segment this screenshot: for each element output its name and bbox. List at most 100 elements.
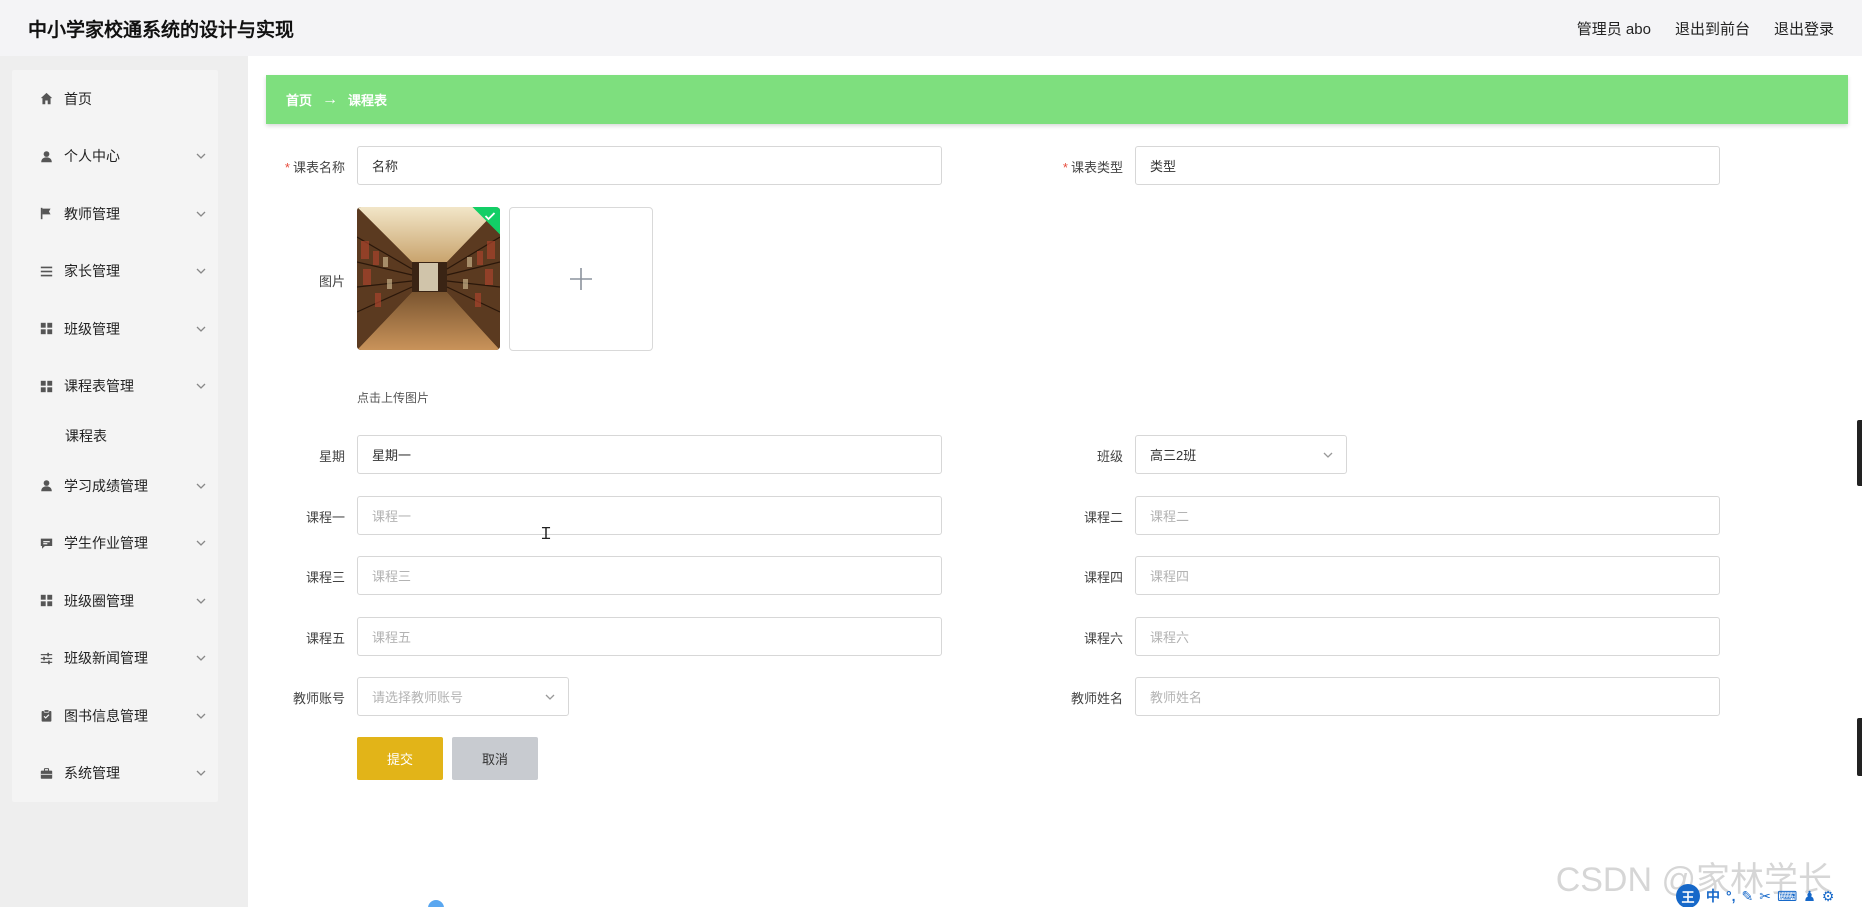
breadcrumb-current: 课程表 xyxy=(348,93,388,108)
cancel-button[interactable]: 取消 xyxy=(452,737,538,780)
weekday-field[interactable]: 星期一 xyxy=(357,435,942,474)
sidebar-item-label: 个人中心 xyxy=(64,148,120,165)
sidebar-item-label: 班级圈管理 xyxy=(64,592,134,609)
upload-image-button[interactable] xyxy=(509,207,653,351)
sidebar-item-label: 教师管理 xyxy=(64,205,120,222)
text-cursor-icon: Ｉ xyxy=(538,524,555,543)
sidebar-subitem-timetable[interactable]: 课程表 xyxy=(12,415,218,457)
name-label: * 课表名称 xyxy=(284,160,345,175)
sidebar-item-class-circle[interactable]: 班级圈管理 xyxy=(12,572,218,630)
flag-icon xyxy=(38,206,54,222)
course6-label: 课程六 xyxy=(1083,631,1123,646)
chevron-down-icon xyxy=(545,694,555,700)
sliders-icon xyxy=(38,650,54,666)
sidebar-subitem-label: 课程表 xyxy=(65,428,107,444)
chevron-down-icon xyxy=(196,211,206,217)
current-user[interactable]: 管理员 abo xyxy=(1577,18,1651,39)
chevron-down-icon xyxy=(1323,452,1333,458)
required-mark: * xyxy=(1062,160,1068,175)
pen-icon[interactable]: ✎ xyxy=(1742,888,1754,905)
breadcrumb: 首页 → 课程表 xyxy=(266,75,1848,124)
settings-icon[interactable]: ⚙ xyxy=(1822,888,1835,905)
sidebar-item-label: 学习成绩管理 xyxy=(64,477,148,494)
course1-field[interactable]: 课程一 xyxy=(357,496,942,535)
clipboard-icon xyxy=(38,708,54,724)
course3-field[interactable]: 课程三 xyxy=(357,556,942,595)
side-panel-handle[interactable] xyxy=(1857,718,1862,776)
app-title: 中小学家校通系统的设计与实现 xyxy=(28,19,295,41)
plus-icon xyxy=(570,268,592,290)
chevron-down-icon xyxy=(196,540,206,547)
course5-field[interactable]: 课程五 xyxy=(357,617,942,656)
chevron-down-icon xyxy=(196,655,206,662)
teacher-account-label: 教师账号 xyxy=(292,691,345,706)
chat-icon xyxy=(38,535,54,551)
sidebar-item-parents[interactable]: 家长管理 xyxy=(12,243,218,301)
ime-mode-indicator[interactable]: 中 xyxy=(1706,886,1720,906)
sidebar-item-classes[interactable]: 班级管理 xyxy=(12,300,218,358)
image-label: 图片 xyxy=(318,274,345,289)
header-actions: 管理员 abo 退出到前台 退出登录 xyxy=(1577,18,1834,39)
home-icon xyxy=(38,91,54,107)
scroll-edge-handle[interactable] xyxy=(1857,420,1862,486)
sidebar-item-system[interactable]: 系统管理 xyxy=(12,745,218,803)
chevron-down-icon xyxy=(196,326,206,332)
sidebar: 首页 个人中心 教师管理 家长管理 班级管理 课程表管理 课程表 学习成绩管理 … xyxy=(12,70,218,802)
required-mark: * xyxy=(284,160,290,175)
sidebar-item-label: 首页 xyxy=(64,90,92,107)
chevron-down-icon xyxy=(196,598,206,604)
sidebar-item-label: 学生作业管理 xyxy=(64,535,148,552)
course3-label: 课程三 xyxy=(305,570,345,585)
course4-label: 课程四 xyxy=(1083,570,1123,585)
teacher-account-select[interactable]: 请选择教师账号 xyxy=(357,677,569,716)
sidebar-item-grades[interactable]: 学习成绩管理 xyxy=(12,457,218,515)
breadcrumb-home[interactable]: 首页 xyxy=(286,90,312,109)
uploaded-image-thumbnail[interactable] xyxy=(357,207,500,350)
ime-toolbar: 王 中 °, ✎ ✂ ⌨ ♟ ⚙ xyxy=(1676,884,1834,907)
sidebar-item-timetable-mgmt[interactable]: 课程表管理 xyxy=(12,358,218,416)
sidebar-item-label: 家长管理 xyxy=(64,263,120,280)
logout-link[interactable]: 退出登录 xyxy=(1774,18,1834,39)
course4-field[interactable]: 课程四 xyxy=(1135,556,1720,595)
sidebar-item-label: 班级新闻管理 xyxy=(64,650,148,667)
skin-icon[interactable]: ♟ xyxy=(1803,888,1816,905)
grid-icon xyxy=(38,378,54,394)
sidebar-item-home[interactable]: 首页 xyxy=(12,70,218,128)
list-icon xyxy=(38,263,54,279)
briefcase-icon xyxy=(38,765,54,781)
teacher-name-field[interactable]: 教师姓名 xyxy=(1135,677,1720,716)
class-select[interactable]: 高三2班 xyxy=(1135,435,1347,474)
sidebar-item-class-news[interactable]: 班级新闻管理 xyxy=(12,630,218,688)
class-label: 班级 xyxy=(1096,449,1123,464)
course6-field[interactable]: 课程六 xyxy=(1135,617,1720,656)
weekday-label: 星期 xyxy=(318,449,345,464)
course5-label: 课程五 xyxy=(305,631,345,646)
ime-logo-icon[interactable]: 王 xyxy=(1676,884,1700,907)
chevron-down-icon xyxy=(196,483,206,489)
punctuation-icon[interactable]: °, xyxy=(1726,888,1736,904)
chevron-down-icon xyxy=(196,383,206,390)
chevron-down-icon xyxy=(196,268,206,275)
scissors-icon[interactable]: ✂ xyxy=(1759,888,1771,905)
sidebar-item-personal[interactable]: 个人中心 xyxy=(12,128,218,186)
sidebar-item-homework[interactable]: 学生作业管理 xyxy=(12,515,218,573)
check-icon xyxy=(484,212,496,221)
teacher-name-label: 教师姓名 xyxy=(1070,691,1123,706)
course2-label: 课程二 xyxy=(1083,510,1123,525)
top-header: 中小学家校通系统的设计与实现 管理员 abo 退出到前台 退出登录 xyxy=(0,0,1862,56)
sidebar-item-teachers[interactable]: 教师管理 xyxy=(12,185,218,243)
course1-label: 课程一 xyxy=(305,510,345,525)
upload-tip: 点击上传图片 xyxy=(357,391,430,405)
chevron-down-icon xyxy=(196,770,206,777)
sidebar-item-label: 课程表管理 xyxy=(64,378,134,395)
library-shelves-image xyxy=(357,207,500,350)
type-field[interactable]: 类型 xyxy=(1135,146,1720,185)
submit-button[interactable]: 提交 xyxy=(357,737,443,780)
to-front-link[interactable]: 退出到前台 xyxy=(1675,18,1750,39)
sidebar-item-label: 班级管理 xyxy=(64,320,120,337)
course2-field[interactable]: 课程二 xyxy=(1135,496,1720,535)
name-field[interactable]: 名称 xyxy=(357,146,942,185)
sidebar-item-label: 系统管理 xyxy=(64,765,120,782)
sidebar-item-books[interactable]: 图书信息管理 xyxy=(12,687,218,745)
keyboard-icon[interactable]: ⌨ xyxy=(1777,888,1797,905)
